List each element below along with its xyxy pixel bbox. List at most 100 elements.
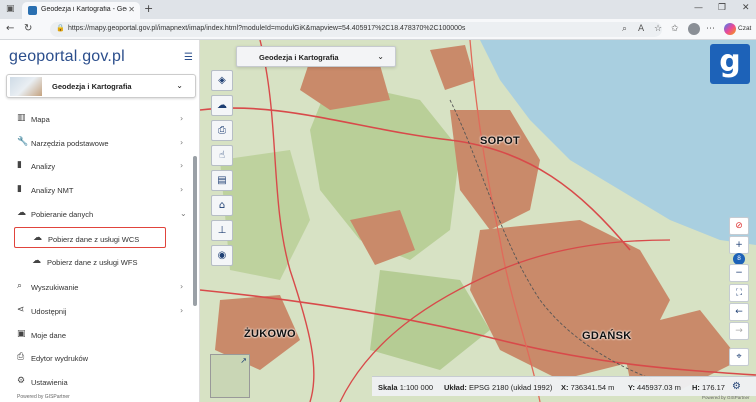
subitem-wfs[interactable]: ☁ Pobierz dane z usługi WFS [14,251,166,272]
layers-icon[interactable]: ◈ [211,70,233,91]
geoportal-logo[interactable]: geoportal.gov.pl [9,48,125,66]
menu-item-ustawienia[interactable]: ⚙ Ustawienia [0,372,196,392]
hand-pointer-icon[interactable]: ☝ [211,145,233,166]
home-icon[interactable]: ⌂ [211,195,233,216]
location-icon[interactable]: ⌖ [729,348,749,366]
subitem-label: Pobierz dane z usługi WCS [48,235,140,244]
module-dropdown[interactable]: Geodezja i Kartografia ⌄ [236,46,396,67]
menu-label: Edytor wydruków [31,354,89,363]
profile-avatar[interactable] [688,23,700,35]
menu-label: Wyszukiwanie [31,283,79,292]
address-bar[interactable]: 🔒 https://mapy.geoportal.gov.pl/imapnext… [50,22,662,37]
browser-tab-bar: ▣ Geodezja i Kartografia - Geoportal ✕ +… [0,0,756,19]
menu-item-mapa[interactable]: ▥ Mapa › [0,109,196,129]
collapse-sidebar-icon[interactable]: ☰ [184,52,193,63]
menu-label: Ustawienia [31,378,68,387]
lock-icon: 🔒 [56,24,65,32]
menu-label: Moje dane [31,331,67,340]
map-tiles [200,40,756,402]
menu-item-analizy[interactable]: ▮ Analizy › [0,156,196,176]
chevron-right-icon: › [180,161,184,170]
camera-icon[interactable]: ◉ [211,245,233,266]
minimize-icon[interactable]: — [694,3,703,13]
refresh-icon[interactable]: ↻ [24,23,32,34]
close-window-icon[interactable]: ✕ [742,3,750,13]
read-aloud-icon[interactable]: A [638,24,644,34]
chevron-down-icon: ⌄ [180,209,187,218]
measure-icon[interactable]: ⊥ [211,220,233,241]
menu-item-udostepnij[interactable]: ⋖ Udostępnij › [0,301,196,321]
profile-dropdown[interactable]: Geodezja i Kartografia ⌄ [6,74,196,98]
clipboard-icon[interactable]: ▤ [211,170,233,191]
copilot-label[interactable]: Czat [738,25,751,32]
profile-thumbnail [10,77,42,96]
menu-label: Pobieranie danych [31,210,94,219]
map-icon: ▥ [17,113,26,123]
fullscreen-icon[interactable]: ⛶ [729,284,749,302]
bar-chart-icon: ▮ [17,184,22,194]
chevron-right-icon: › [180,282,184,291]
back-icon[interactable]: ← [6,23,14,34]
print-icon[interactable]: ⎙ [211,120,233,141]
y-readout: Y: 445937.03 m [628,383,681,392]
settings-gear-icon[interactable]: ⚙ [732,381,741,392]
place-gdansk: GDAŃSK [582,330,632,342]
menu-item-narzedzia[interactable]: 🔧 Narzędzia podstawowe › [0,133,196,153]
forward-extent-icon[interactable]: → [729,322,749,340]
scale-readout: Skala 1:100 000 [378,383,434,392]
chevron-right-icon: › [180,114,184,123]
expand-icon[interactable]: ↗ [240,356,247,365]
url-text: https://mapy.geoportal.gov.pl/imapnext/i… [68,25,466,32]
logo-main: geoportal [9,48,78,65]
chevron-right-icon: › [180,138,184,147]
favorites-icon[interactable]: ✩ [671,24,679,34]
browser-toolbar: ← ↻ 🔒 https://mapy.geoportal.gov.pl/imap… [0,19,756,40]
zoom-in-icon[interactable]: + [729,236,749,254]
chevron-right-icon: › [180,185,184,194]
subitem-wcs[interactable]: ☁ Pobierz dane z usługi WCS [14,227,166,248]
wrench-icon: 🔧 [17,137,29,147]
tab-actions-icon[interactable]: ▣ [6,4,15,14]
powered-by-label-map: Powered by GISPartner [702,395,750,400]
search-icon: ⌕ [17,281,23,291]
module-label: Geodezja i Kartografia [259,53,339,62]
place-sopot: SOPOT [480,135,521,147]
overview-map[interactable]: ↗ [210,354,250,398]
browser-tab[interactable]: Geodezja i Kartografia - Geoportal ✕ [22,2,140,19]
menu-item-edytor-wydrukow[interactable]: ⎙ Edytor wydruków [0,348,196,368]
cloud-icon[interactable]: ☁ [211,95,233,116]
close-tab-icon[interactable]: ✕ [128,5,135,14]
profile-label: Geodezja i Kartografia [52,82,132,91]
maximize-icon[interactable]: ❐ [718,3,726,13]
subitem-label: Pobierz dane z usługi WFS [47,258,138,267]
new-tab-icon[interactable]: + [144,2,153,15]
zoom-icon[interactable]: ⌕ [622,24,627,34]
sidebar-scrollbar[interactable] [193,156,197,306]
menu-label: Udostępnij [31,307,67,316]
menu-item-analizy-nmt[interactable]: ▮ Analizy NMT › [0,180,196,200]
share-icon: ⋖ [17,305,25,315]
no-entry-icon[interactable]: ⊘ [729,217,749,235]
cloud-download-icon: ☁ [33,233,42,243]
menu-item-pobieranie-danych[interactable]: ☁ Pobieranie danych ⌄ [0,204,196,224]
menu-label: Mapa [31,115,50,124]
favorite-star-icon[interactable]: ☆ [654,24,662,34]
crs-readout[interactable]: Układ: EPSG 2180 (układ 1992) [444,383,552,392]
chevron-down-icon: ⌄ [176,81,183,90]
map-canvas[interactable]: SOPOT ŻUKOWO GDAŃSK [200,40,756,402]
menu-label: Narzędzia podstawowe [31,139,109,148]
back-extent-icon[interactable]: ← [729,303,749,321]
copilot-icon[interactable] [724,23,736,35]
zoom-out-icon[interactable]: − [729,264,749,282]
forest-area [220,150,310,280]
menu-item-moje-dane[interactable]: ▣ Moje dane [0,325,196,345]
more-menu-icon[interactable]: ⋯ [706,24,715,34]
place-zukowo: ŻUKOWO [244,328,296,340]
sidebar: geoportal.gov.pl ☰ Geodezja i Kartografi… [0,40,200,402]
urban-area [430,45,475,90]
gear-icon: ⚙ [17,376,26,386]
menu-label: Analizy NMT [31,186,74,195]
geoportal-g-button[interactable]: g [710,44,750,84]
menu-item-wyszukiwanie[interactable]: ⌕ Wyszukiwanie › [0,277,196,297]
chevron-right-icon: › [180,306,184,315]
